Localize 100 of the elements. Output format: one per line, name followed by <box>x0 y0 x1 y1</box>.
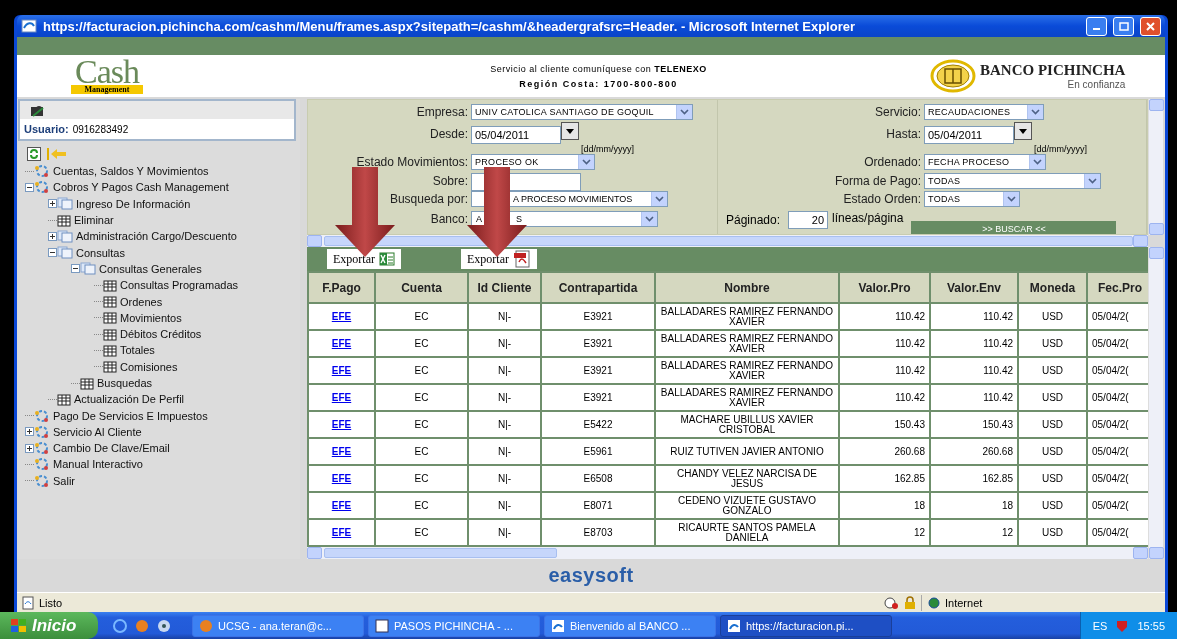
horizontal-scrollbar[interactable] <box>307 235 1148 247</box>
tree-item[interactable]: Cambio De Clave/Email <box>53 442 170 455</box>
field-label: Servicio: <box>874 104 922 119</box>
chevron-icon <box>1088 178 1097 184</box>
tree-item[interactable]: Consultas Programadas <box>120 279 238 292</box>
tree-item[interactable]: Salir <box>53 474 75 487</box>
tree-item[interactable]: Pago De Servicios E Impuestos <box>53 409 208 422</box>
table-cell: USD <box>1018 330 1087 357</box>
table-cell: 110.42 <box>930 330 1018 357</box>
payment-link[interactable]: EFE <box>331 418 352 430</box>
tree-item[interactable]: Actualización De Perfil <box>74 393 185 406</box>
taskbar-button[interactable]: https://facturacion.pi... <box>720 614 892 637</box>
tree-item[interactable]: Consultas Generales <box>99 262 202 275</box>
page-size-field[interactable]: 20 <box>788 211 829 229</box>
taskbar-button[interactable]: Bienvenido al BANCO ... <box>544 614 716 637</box>
payment-link[interactable]: EFE <box>331 337 352 349</box>
dropdown[interactable]: PROCESO OK <box>471 154 595 170</box>
payment-link[interactable]: EFE <box>331 310 352 322</box>
payment-link[interactable]: EFE <box>331 445 352 457</box>
tree-item[interactable]: Busquedas <box>97 377 153 389</box>
table-cell: 110.42 <box>930 357 1018 384</box>
maximize-button[interactable] <box>1113 16 1134 36</box>
collapse-icon[interactable] <box>71 264 80 274</box>
gear-icon <box>34 457 50 472</box>
column-header[interactable]: Valor.Env <box>930 272 1018 303</box>
dropdown[interactable]: RECAUDACIONES <box>924 104 1044 120</box>
column-header[interactable]: Cuenta <box>375 272 468 303</box>
payment-link[interactable]: EFE <box>331 391 352 403</box>
tree-item[interactable]: Consultas <box>76 246 125 259</box>
date-field[interactable]: 05/04/2011 <box>471 126 561 144</box>
table-cell: EC <box>375 438 468 465</box>
tree-item[interactable]: Cobros Y Pagos Cash Management <box>53 181 229 194</box>
tree-item[interactable]: Eliminar <box>74 214 114 227</box>
calendar-button[interactable] <box>561 122 579 140</box>
shield-icon <box>1115 618 1130 633</box>
tree-item[interactable]: Ordenes <box>120 295 163 308</box>
tree-item[interactable]: Comisiones <box>120 360 178 373</box>
field-label: Empresa: <box>415 104 469 119</box>
collapse-icon[interactable] <box>25 182 34 192</box>
field-label: Busqueda por: <box>388 191 469 206</box>
search-button[interactable]: >> BUSCAR << <box>911 221 1117 234</box>
dropdown[interactable]: UNIV CATOLICA SANTIAGO DE GOQUIL <box>471 104 693 120</box>
expand-icon[interactable] <box>48 231 57 241</box>
column-header[interactable]: Id Cliente <box>468 272 541 303</box>
horizontal-scrollbar[interactable] <box>307 547 1148 559</box>
gear-icon <box>34 441 50 456</box>
column-header[interactable]: Fec.Pro <box>1087 272 1148 303</box>
field-label: Sobre: <box>431 173 469 188</box>
payment-link[interactable]: EFE <box>331 499 352 511</box>
minimize-button[interactable] <box>1086 16 1107 36</box>
dropdown[interactable]: FECHA PROCESO <box>924 154 1046 170</box>
tree-item[interactable]: Cuentas, Saldos Y Movimientos <box>53 165 209 178</box>
field-label: Banco: <box>429 211 469 226</box>
column-header[interactable]: Contrapartida <box>541 272 655 303</box>
table-icon <box>103 295 117 308</box>
collapse-icon[interactable] <box>48 248 57 258</box>
taskbar-button[interactable]: UCSG - ana.teran@c... <box>192 614 364 637</box>
gear-icon <box>34 408 50 423</box>
bank-emblem-icon <box>930 59 976 93</box>
caret-icon <box>566 128 574 134</box>
table-cell: E3921 <box>541 384 655 411</box>
tree-item[interactable]: Servicio Al Cliente <box>53 425 142 438</box>
tree-item[interactable]: Movimientos <box>120 311 182 324</box>
column-header[interactable]: F.Pago <box>308 272 375 303</box>
caret-icon <box>1019 128 1027 134</box>
export-button[interactable]: Exportar <box>327 249 401 269</box>
table-cell: E3921 <box>541 357 655 384</box>
expand-icon[interactable] <box>48 199 57 209</box>
date-field[interactable]: 05/04/2011 <box>924 126 1014 144</box>
service-text: Servicio al cliente comuníquese con TELENEXO <box>490 63 707 74</box>
tree-item[interactable]: Ingreso De Información <box>76 197 191 210</box>
dropdown[interactable]: TODAS <box>924 173 1101 189</box>
tree-item[interactable]: Totales <box>120 344 155 357</box>
browser-icon <box>112 617 128 634</box>
table-cell: BALLADARES RAMIREZ FERNANDO XAVIER <box>655 330 839 357</box>
payment-link[interactable]: EFE <box>331 472 352 484</box>
table-icon <box>57 213 71 227</box>
payment-link[interactable]: EFE <box>331 526 352 538</box>
column-header[interactable]: Moneda <box>1018 272 1087 303</box>
tree-item[interactable]: Débitos Créditos <box>120 328 202 341</box>
chevron-icon <box>645 216 654 222</box>
browser-icon <box>21 19 37 33</box>
expand-icon[interactable] <box>25 443 34 453</box>
column-header[interactable]: Nombre <box>655 272 839 303</box>
export-button[interactable]: Exportar <box>461 249 537 269</box>
back-arrow-icon <box>47 148 67 160</box>
tree-item[interactable]: Administración Cargo/Descuento <box>76 230 237 243</box>
dropdown[interactable]: TODAS <box>924 191 1020 207</box>
taskbar-button[interactable]: PASOS PICHINCHA - ... <box>368 614 540 637</box>
tree-item[interactable]: Manual Interactivo <box>53 458 143 471</box>
table-cell: N|- <box>468 384 541 411</box>
close-button[interactable] <box>1140 16 1161 36</box>
refresh-icon <box>27 147 41 161</box>
vertical-scrollbar[interactable] <box>1148 247 1163 559</box>
vertical-scrollbar[interactable] <box>1148 99 1163 235</box>
calendar-button[interactable] <box>1014 122 1032 140</box>
date-format-hint: [dd/mm/yyyy] <box>1034 144 1087 154</box>
column-header[interactable]: Valor.Pro <box>839 272 930 303</box>
payment-link[interactable]: EFE <box>331 364 352 376</box>
expand-icon[interactable] <box>25 427 34 437</box>
